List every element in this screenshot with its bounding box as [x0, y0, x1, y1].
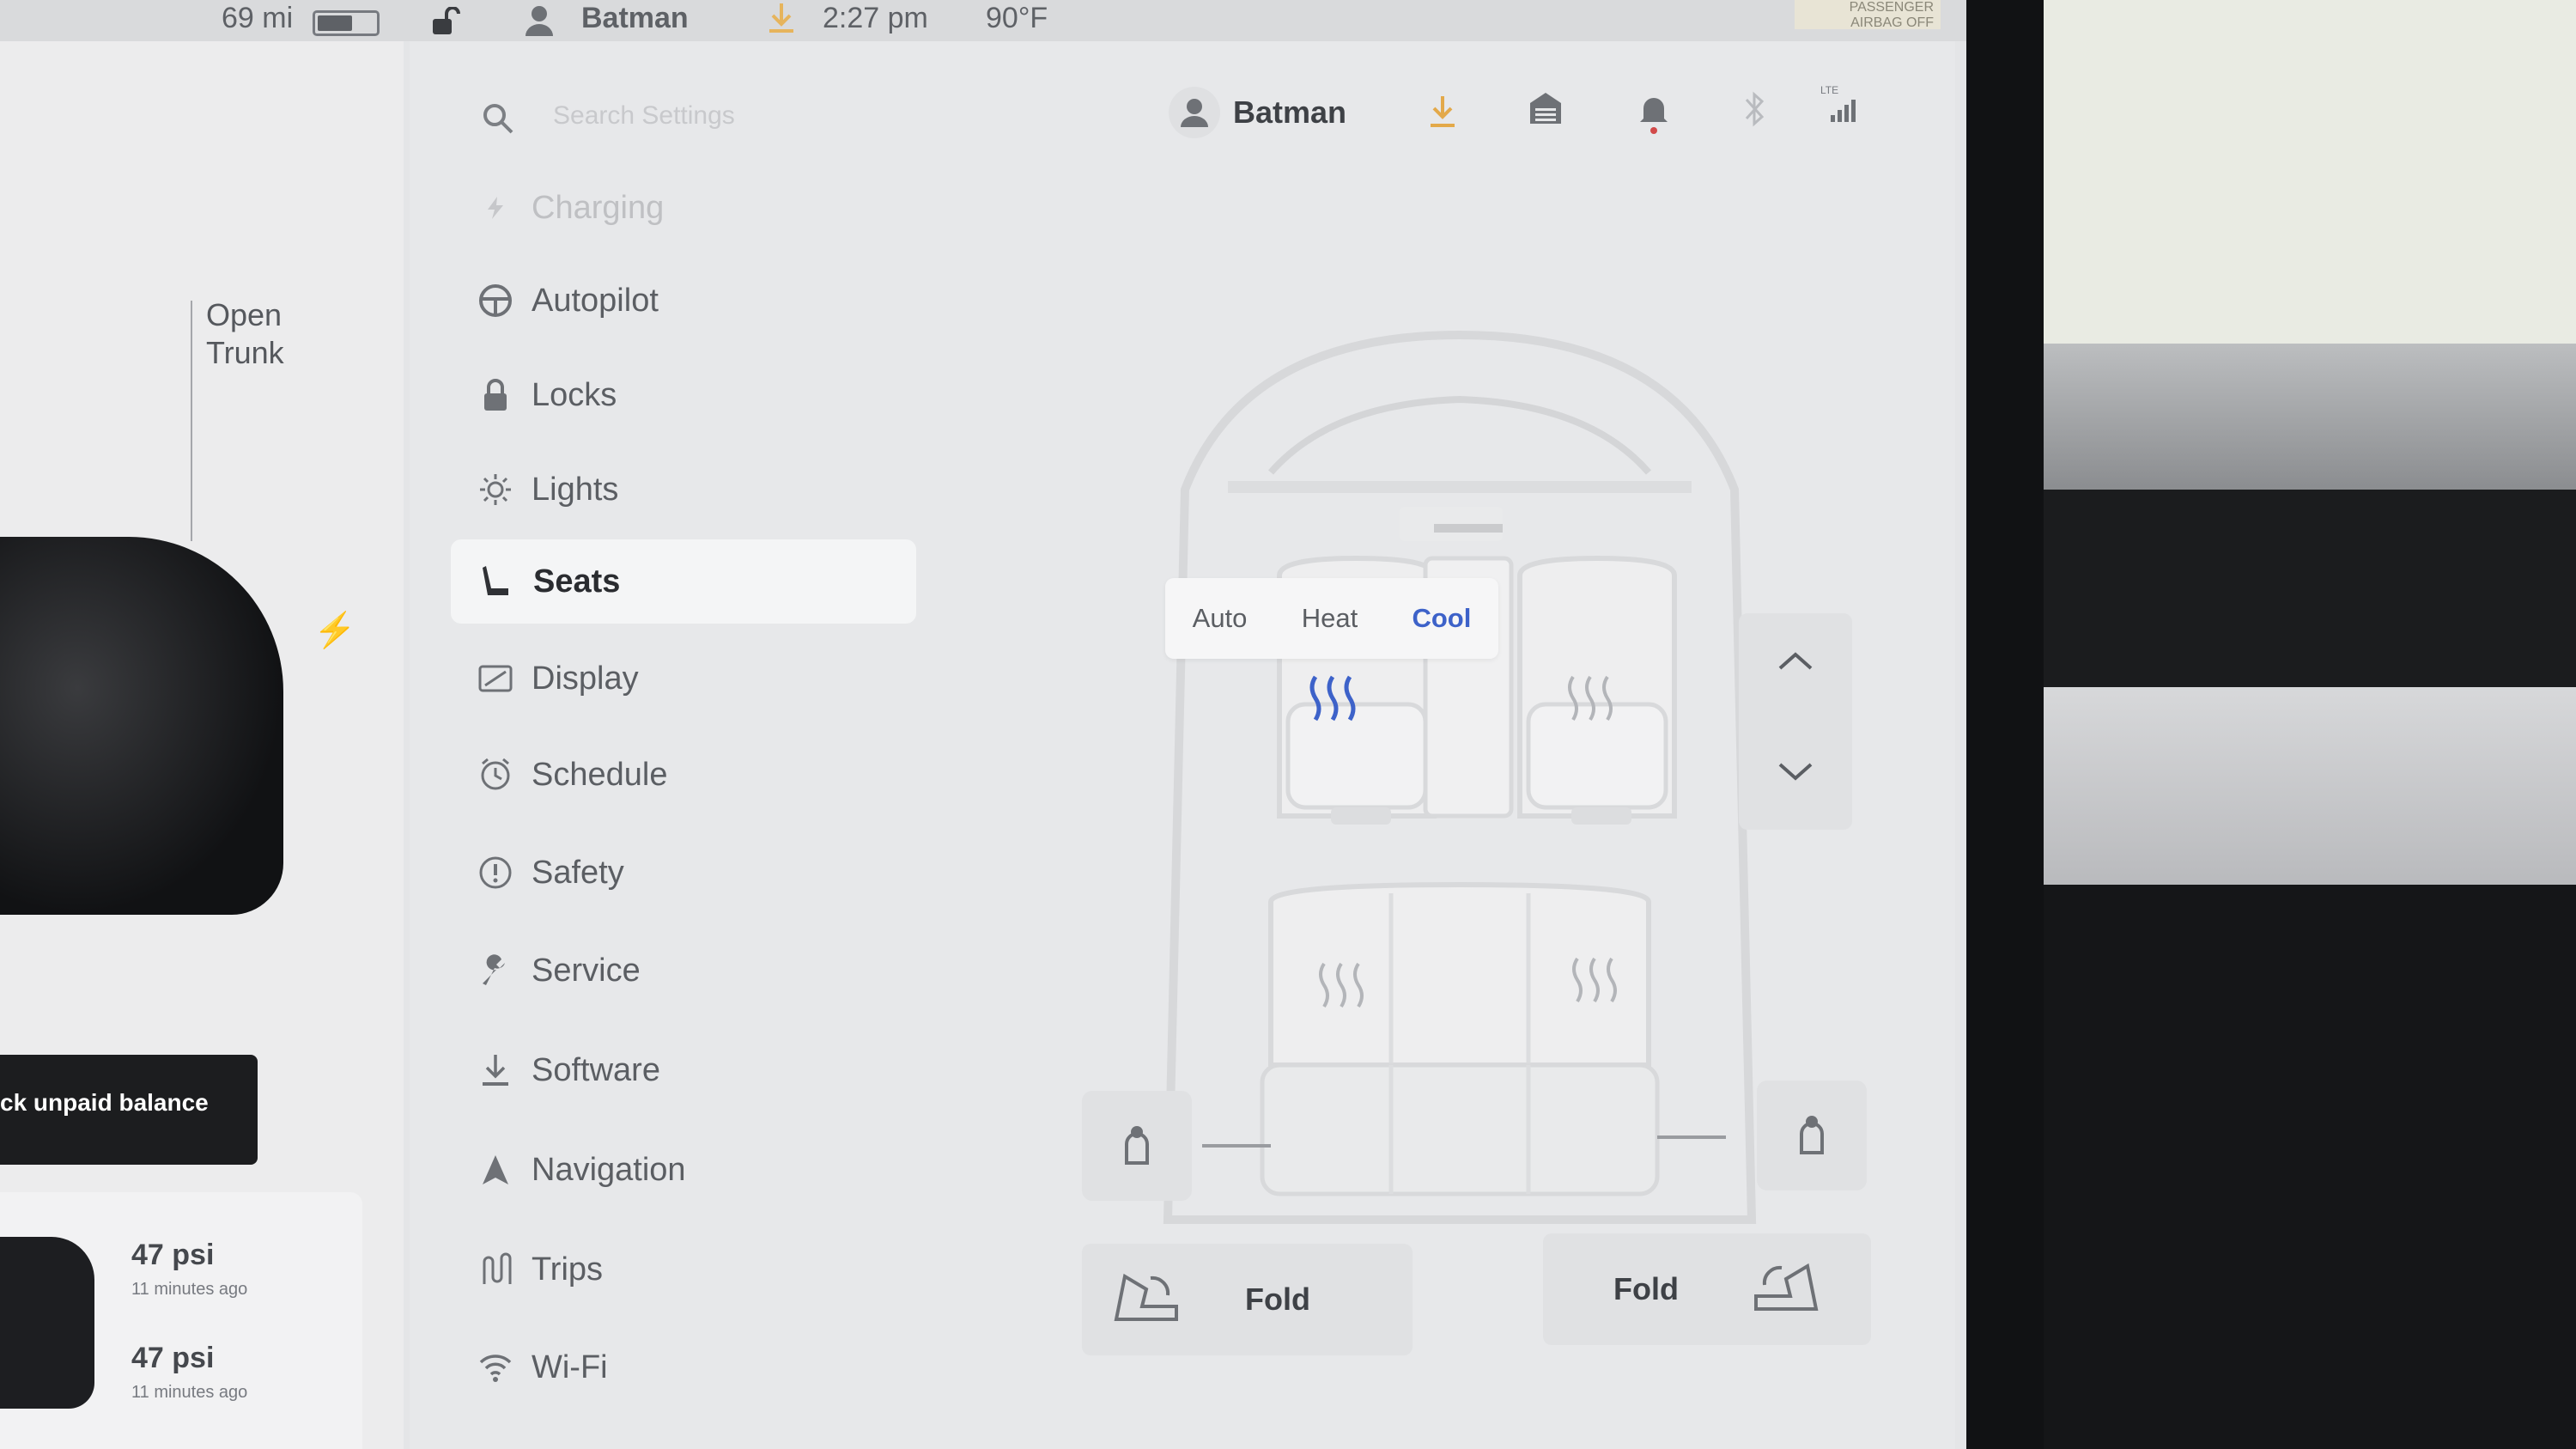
unpaid-balance-text: ck unpaid balance [0, 1089, 209, 1116]
menu-item-software[interactable]: Software [468, 1027, 914, 1113]
tire-pressure-front: 47 psi [131, 1239, 215, 1271]
menu-item-locks[interactable]: Locks [468, 352, 914, 438]
windshield-background [2044, 0, 2576, 344]
charging-icon [468, 195, 523, 221]
passenger-seat-heater-icon[interactable] [1563, 673, 1618, 728]
menu-item-lights[interactable]: Lights [468, 447, 914, 533]
download-icon [468, 1052, 523, 1088]
mode-auto-button[interactable]: Auto [1193, 603, 1248, 634]
driver-seat-cool-icon[interactable] [1305, 673, 1360, 728]
user-icon [524, 3, 555, 42]
right-child-lock-button[interactable] [1757, 1081, 1867, 1190]
open-trunk-button[interactable]: Open Trunk [206, 296, 284, 372]
clock-text: 2:27 pm [823, 2, 928, 34]
chevron-up-icon[interactable] [1775, 648, 1816, 678]
battery-icon [313, 10, 380, 36]
update-download-icon[interactable] [767, 2, 796, 40]
menu-item-charging[interactable]: Charging [468, 172, 914, 244]
menu-item-service[interactable]: Service [468, 928, 914, 1014]
profile-avatar-icon[interactable] [1168, 86, 1221, 143]
trips-icon [468, 1251, 523, 1288]
schedule-icon [468, 757, 523, 793]
dashboard-lower [2044, 885, 2576, 1449]
fold-seat-icon [1108, 1268, 1185, 1332]
chevron-down-icon[interactable] [1775, 759, 1816, 789]
navigation-icon [468, 1153, 523, 1187]
charge-port-icon[interactable]: ⚡ [313, 610, 356, 650]
fold-right-seat-button[interactable]: Fold [1543, 1233, 1871, 1345]
search-icon[interactable] [481, 101, 515, 140]
menu-item-trips[interactable]: Trips [468, 1227, 914, 1312]
fold-left-seat-button[interactable]: Fold [1082, 1244, 1413, 1355]
mode-heat-button[interactable]: Heat [1302, 603, 1358, 634]
unpaid-balance-banner[interactable]: ck unpaid balance [0, 1055, 258, 1165]
wrench-icon [468, 953, 523, 989]
trunk-pointer-line [191, 301, 192, 541]
profile-name[interactable]: Batman [1233, 94, 1346, 131]
car-model-image [0, 537, 283, 915]
dashboard-wood-trim [2044, 687, 2576, 885]
fold-left-label: Fold [1245, 1282, 1310, 1317]
lock-icon [468, 378, 523, 412]
fold-right-label: Fold [1613, 1271, 1679, 1306]
rear-left-seat-heater-icon[interactable] [1314, 960, 1369, 1014]
touchscreen: 69 mi Batman 2:27 pm 90°F PASSENGER AIRB… [0, 0, 2022, 1449]
tire-pressure-rear: 47 psi [131, 1342, 215, 1374]
bell-icon[interactable] [1637, 91, 1671, 140]
passenger-airbag-indicator: PASSENGER AIRBAG OFF [1795, 0, 1941, 30]
garage-icon[interactable] [1527, 89, 1564, 131]
outside-temperature: 90°F [986, 2, 1048, 34]
light-icon [468, 472, 523, 508]
download-icon[interactable] [1425, 93, 1460, 135]
fold-seat-icon [1747, 1257, 1825, 1322]
status-user-name[interactable]: Batman [581, 2, 689, 35]
bluetooth-icon[interactable] [1741, 89, 1767, 133]
left-child-lock-button[interactable] [1082, 1091, 1192, 1201]
menu-item-display[interactable]: Display [468, 636, 914, 721]
dashboard-gap [2044, 490, 2576, 687]
tire-car-thumbnail [0, 1237, 94, 1409]
wifi-icon [468, 1352, 523, 1383]
menu-item-autopilot[interactable]: Autopilot [468, 258, 914, 344]
menu-item-wifi[interactable]: Wi-Fi [468, 1324, 914, 1410]
rear-seat-bench[interactable] [1260, 881, 1660, 1196]
status-bar: 69 mi Batman 2:27 pm 90°F PASSENGER AIRB… [0, 0, 1966, 41]
menu-item-safety[interactable]: Safety [468, 830, 914, 916]
child-seat-icon [1795, 1113, 1829, 1159]
safety-icon [468, 855, 523, 891]
menu-item-schedule[interactable]: Schedule [468, 732, 914, 818]
display-icon [468, 664, 523, 693]
menu-item-navigation[interactable]: Navigation [468, 1127, 914, 1213]
dashboard-trim [2044, 344, 2576, 490]
rear-right-seat-heater-icon[interactable] [1567, 955, 1622, 1009]
range-text: 69 mi [222, 2, 294, 34]
lock-status-icon[interactable] [429, 6, 460, 40]
seat-climate-mode-selector: Auto Heat Cool [1165, 578, 1498, 659]
seat-adjust-arrows [1739, 613, 1852, 830]
search-input[interactable]: Search Settings [553, 101, 735, 131]
seat-icon [470, 563, 525, 600]
menu-item-seats[interactable]: Seats [451, 539, 916, 624]
mode-cool-button[interactable]: Cool [1412, 603, 1471, 634]
tire-pressure-rear-time: 11 minutes ago [131, 1383, 248, 1402]
tire-pressure-front-time: 11 minutes ago [131, 1280, 248, 1299]
steering-wheel-icon [468, 283, 523, 319]
child-seat-icon [1120, 1123, 1154, 1169]
